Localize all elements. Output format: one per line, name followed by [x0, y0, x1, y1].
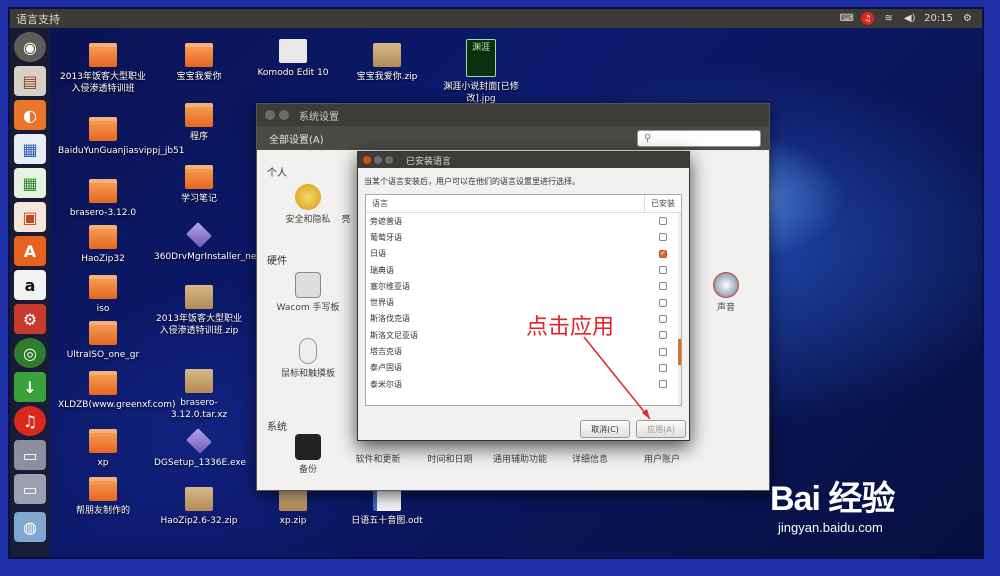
watermark-site: jingyan.baidu.com: [778, 520, 883, 535]
watermark-brand: Bai 经验: [770, 480, 895, 518]
baidu-jingyan-watermark: Bai 经验 jingyan.baidu.com: [770, 471, 970, 557]
screen-frame: 语言支持 ⌨ ♫ ≋ ◀) 20:15 ⚙ ◉ ▤ ◐ ▦ ▦ ▣ A a ⚙ …: [10, 9, 982, 557]
